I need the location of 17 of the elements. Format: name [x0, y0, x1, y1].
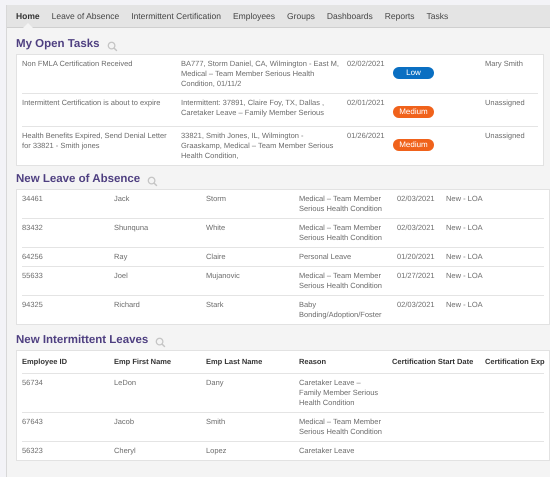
section-title: New Leave of Absence — [16, 172, 140, 187]
search-icon[interactable] — [147, 176, 158, 186]
priority-badge: Medium — [393, 106, 434, 118]
section-title: New Intermittent Leaves — [16, 332, 148, 348]
search-icon[interactable] — [155, 336, 166, 348]
nav-tab[interactable]: Employees — [226, 5, 282, 27]
section-title: My Open Tasks — [16, 36, 100, 52]
search-icon[interactable] — [106, 40, 118, 52]
nav-tab[interactable]: Home — [10, 5, 46, 27]
priority-badge: Medium — [393, 139, 434, 151]
nav-tab[interactable]: Intermittent Certification — [125, 5, 227, 27]
nav-tab[interactable]: Dashboards — [320, 5, 379, 27]
nav-tab[interactable]: Leave of Absence — [46, 5, 126, 27]
nav-tab[interactable]: Tasks — [420, 5, 454, 27]
nav-tab[interactable]: Reports — [378, 5, 421, 27]
nav-tab[interactable]: Groups — [281, 5, 321, 27]
priority-badge: Low — [393, 67, 434, 79]
